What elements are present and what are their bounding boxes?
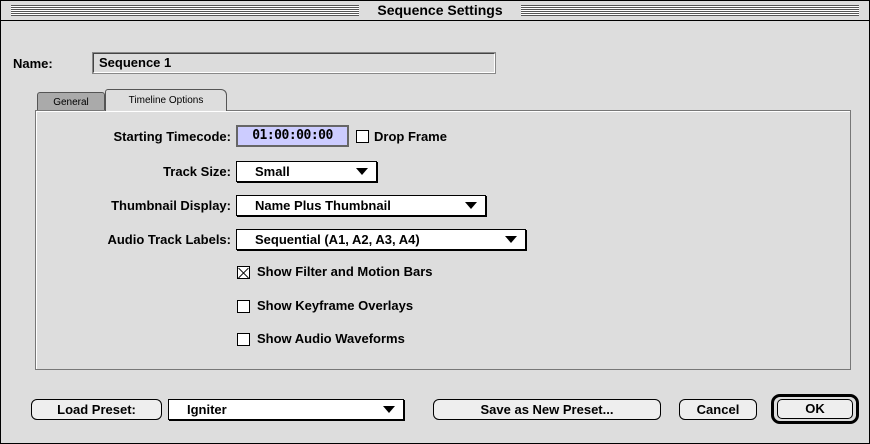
drop-frame-label: Drop Frame — [374, 129, 447, 144]
title-bar-stripes-left — [11, 5, 359, 16]
name-label: Name: — [13, 56, 53, 71]
title-bar[interactable]: Sequence Settings — [1, 1, 869, 21]
chevron-down-icon — [383, 406, 395, 413]
drop-frame-checkbox[interactable] — [356, 130, 369, 143]
chevron-down-icon — [505, 236, 517, 243]
show-keyframe-overlays-checkbox[interactable] — [237, 300, 250, 313]
sequence-name-field[interactable]: Sequence 1 — [92, 52, 496, 74]
starting-timecode-field[interactable]: 01:00:00:00 — [236, 125, 349, 147]
ok-button-label: OK — [777, 399, 853, 419]
track-size-label: Track Size: — [163, 164, 231, 179]
ok-button[interactable]: OK — [771, 394, 859, 424]
track-size-popup[interactable]: Small — [236, 161, 377, 182]
thumbnail-display-popup[interactable]: Name Plus Thumbnail — [236, 195, 486, 216]
load-preset-button[interactable]: Load Preset: — [31, 399, 162, 420]
audio-track-labels-popup[interactable]: Sequential (A1, A2, A3, A4) — [236, 229, 526, 250]
show-audio-waveforms-checkbox[interactable] — [237, 333, 250, 346]
thumbnail-display-value: Name Plus Thumbnail — [255, 198, 391, 213]
chevron-down-icon — [356, 168, 368, 175]
window-title: Sequence Settings — [377, 2, 503, 18]
show-keyframe-overlays-label: Show Keyframe Overlays — [257, 298, 414, 313]
chevron-down-icon — [465, 202, 477, 209]
title-bar-stripes-right — [521, 5, 859, 16]
save-as-new-preset-button[interactable]: Save as New Preset... — [433, 399, 661, 420]
preset-value: Igniter — [187, 402, 227, 417]
sequence-settings-dialog: Sequence Settings Name: Sequence 1 Gener… — [0, 0, 870, 444]
audio-track-labels-label: Audio Track Labels: — [107, 232, 231, 247]
show-filter-motion-bars-label: Show Filter and Motion Bars — [257, 264, 433, 279]
tab-general[interactable]: General — [37, 92, 105, 110]
track-size-value: Small — [255, 164, 290, 179]
starting-timecode-label: Starting Timecode: — [113, 129, 231, 144]
thumbnail-display-label: Thumbnail Display: — [111, 198, 231, 213]
show-audio-waveforms-label: Show Audio Waveforms — [257, 331, 405, 346]
show-filter-motion-bars-checkbox[interactable] — [237, 266, 250, 279]
preset-popup[interactable]: Igniter — [168, 399, 404, 420]
audio-track-labels-value: Sequential (A1, A2, A3, A4) — [255, 232, 420, 247]
cancel-button[interactable]: Cancel — [679, 399, 757, 420]
tab-timeline-options[interactable]: Timeline Options — [105, 89, 227, 111]
